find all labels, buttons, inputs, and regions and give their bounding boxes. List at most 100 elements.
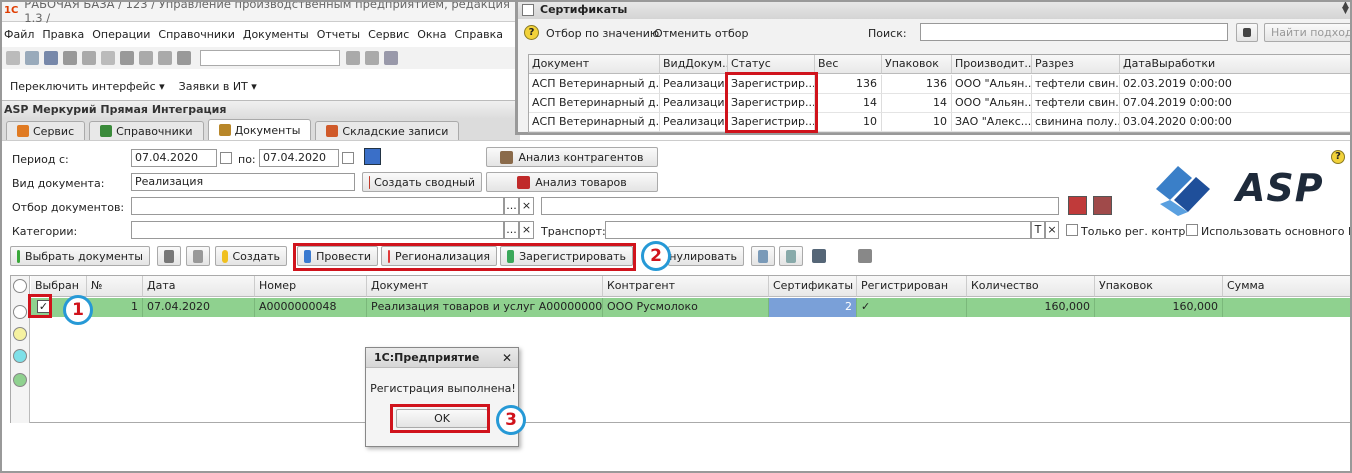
save-icon[interactable] [44, 51, 58, 65]
column-header[interactable]: Документ [529, 55, 660, 74]
copy-icon[interactable] [82, 51, 96, 65]
column-header[interactable]: Статус [728, 55, 815, 74]
regionalization-button[interactable]: Регионализация [381, 246, 497, 266]
legend-cyan[interactable] [13, 349, 27, 363]
filter-by-value-button[interactable]: Отбор по значению [546, 27, 659, 40]
create-button[interactable]: Создать [215, 246, 287, 266]
list-settings-icon[interactable] [858, 249, 872, 263]
find-next-button[interactable]: Найти подходя [1264, 23, 1352, 42]
column-header[interactable]: Упаковок [882, 55, 952, 74]
window-controls-icon[interactable]: ▲ ▼ [1342, 1, 1349, 16]
ok-button[interactable]: OK [396, 409, 488, 428]
undo-icon[interactable] [139, 51, 153, 65]
transport-input[interactable] [605, 221, 1031, 239]
search-input[interactable] [200, 50, 340, 66]
calendar-icon[interactable] [342, 152, 354, 164]
cut-icon[interactable] [63, 51, 77, 65]
column-header[interactable]: Производит... [952, 55, 1032, 74]
create-summary-button[interactable]: Создать сводный [362, 172, 482, 192]
search-input[interactable] [920, 23, 1228, 41]
clear-button[interactable]: × [519, 221, 534, 239]
post-button[interactable]: Провести [297, 246, 378, 266]
column-header[interactable]: Сумма [1223, 276, 1352, 297]
open-icon[interactable] [25, 51, 39, 65]
print-icon[interactable] [120, 51, 134, 65]
clear-button[interactable]: × [519, 197, 534, 215]
tab-references[interactable]: Справочники [89, 121, 204, 140]
select-button[interactable]: ... [504, 221, 519, 239]
delete-button[interactable] [751, 246, 775, 266]
only-reg-checkbox[interactable] [1066, 224, 1078, 236]
menu-references[interactable]: Справочники [158, 28, 234, 41]
menu-help[interactable]: Справка [455, 28, 503, 41]
switch-interface-button[interactable]: Переключить интерфейс ▾ [10, 80, 165, 93]
windows-icon[interactable] [384, 51, 398, 65]
save-filter-icon[interactable] [1068, 196, 1087, 215]
column-header[interactable]: ДатаВыработки [1120, 55, 1352, 74]
cert-document[interactable]: АСП Ветеринарный д... [529, 75, 660, 94]
close-icon[interactable]: ✕ [502, 351, 512, 365]
categories-input[interactable] [131, 221, 504, 239]
select-documents-button[interactable]: Выбрать документы [10, 246, 150, 266]
column-header[interactable]: Количество [967, 276, 1095, 297]
load-filter-icon[interactable] [1093, 196, 1112, 215]
legend-green[interactable] [13, 373, 27, 387]
doc-filter-select[interactable] [541, 197, 1059, 215]
cert-document[interactable]: АСП Ветеринарный д... [529, 94, 660, 113]
analysis-goods-button[interactable]: Анализ товаров [486, 172, 658, 192]
menu-reports[interactable]: Отчеты [317, 28, 360, 41]
tab-warehouse-records[interactable]: Складские записи [315, 121, 460, 140]
column-header[interactable]: Дата [143, 276, 255, 297]
redo-icon[interactable] [158, 51, 172, 65]
analysis-contractors-button[interactable]: Анализ контрагентов [486, 147, 658, 167]
column-header[interactable]: Контрагент [603, 276, 769, 297]
clear-button[interactable]: × [1045, 221, 1059, 239]
period-to-input[interactable]: 07.04.2020 [259, 149, 339, 167]
copy-button[interactable] [186, 246, 210, 266]
row-certificates[interactable]: 2 [769, 298, 857, 317]
legend-yellow[interactable] [13, 327, 27, 341]
menu-windows[interactable]: Окна [417, 28, 446, 41]
help-icon[interactable]: ? [1331, 150, 1345, 164]
column-header[interactable]: № [87, 276, 143, 297]
find-prev-icon[interactable] [365, 51, 379, 65]
column-header[interactable]: Номер [255, 276, 367, 297]
row-document[interactable]: Реализация товаров и услуг А0000000048 .… [367, 298, 603, 317]
menu-edit[interactable]: Правка [42, 28, 84, 41]
edit-button[interactable] [157, 246, 181, 266]
menu-operations[interactable]: Операции [92, 28, 150, 41]
search-icon[interactable] [177, 51, 191, 65]
column-header[interactable]: Разрез [1032, 55, 1120, 74]
calendar-icon[interactable] [220, 152, 232, 164]
tab-documents[interactable]: Документы [207, 119, 312, 140]
select-button[interactable]: ... [504, 197, 519, 215]
text-mode-button[interactable]: T [1031, 221, 1045, 239]
period-settings-icon[interactable] [364, 148, 381, 165]
register-button[interactable]: Зарегистрировать [500, 246, 633, 266]
menu-file[interactable]: Файл [4, 28, 34, 41]
doc-filter-input[interactable] [131, 197, 504, 215]
menu-documents[interactable]: Документы [243, 28, 309, 41]
annul-button[interactable]: нулировать [668, 246, 744, 266]
menu-service[interactable]: Сервис [368, 28, 409, 41]
clear-button[interactable] [779, 246, 803, 266]
cert-document[interactable]: АСП Ветеринарный д... [529, 113, 660, 132]
column-header[interactable]: ВидДокум... [660, 55, 728, 74]
period-from-input[interactable]: 07.04.2020 [131, 149, 217, 167]
find-next-icon[interactable] [346, 51, 360, 65]
doc-type-select[interactable]: Реализация [131, 173, 355, 191]
column-header[interactable]: Выбран [31, 276, 87, 297]
tab-service[interactable]: Сервис [6, 121, 86, 140]
cancel-filter-button[interactable]: Отменить отбор [654, 27, 749, 40]
column-header[interactable]: Сертификаты [769, 276, 857, 297]
print-icon[interactable] [812, 249, 826, 263]
it-requests-button[interactable]: Заявки в ИТ ▾ [179, 80, 257, 93]
column-header[interactable]: Упаковок [1095, 276, 1223, 297]
new-document-icon[interactable] [6, 51, 20, 65]
binoculars-button[interactable] [1236, 23, 1258, 42]
row-select-checkbox[interactable]: ✓ [37, 300, 50, 313]
use-main-checkbox[interactable] [1186, 224, 1198, 236]
help-icon[interactable]: ? [524, 25, 539, 40]
column-header[interactable]: Регистрирован [857, 276, 967, 297]
paste-icon[interactable] [101, 51, 115, 65]
